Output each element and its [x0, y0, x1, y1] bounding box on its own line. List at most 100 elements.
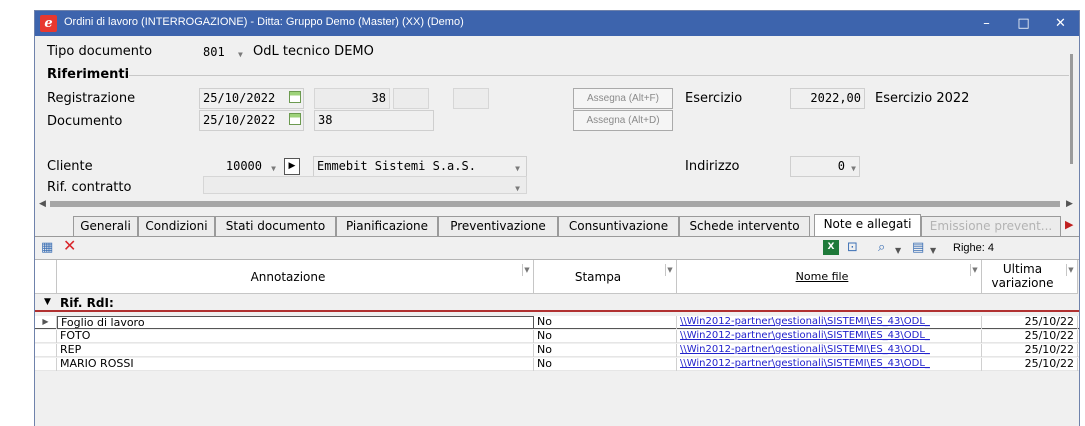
chevron-down-icon: ▼	[515, 184, 520, 193]
close-button[interactable]: ✕	[1042, 11, 1079, 36]
ultima-variazione-cell[interactable]: 25/10/22	[982, 358, 1078, 371]
chevron-down-icon: ▼	[238, 50, 243, 59]
documento-number-field[interactable]: 38	[314, 110, 434, 131]
row-selector[interactable]	[35, 344, 57, 357]
cliente-label: Cliente	[47, 159, 93, 174]
scroll-left-icon[interactable]: ◀	[39, 197, 46, 211]
tab-note-e-allegati[interactable]: Note e allegati	[814, 214, 921, 237]
table-row[interactable]: REP No \\Win2012-partner\gestionali\SIST…	[35, 344, 1079, 357]
collapse-icon[interactable]: ▼	[44, 297, 51, 307]
documento-number-value: 38	[318, 113, 333, 127]
filter-dropdown-icon[interactable]: ▼	[970, 264, 979, 276]
stampa-cell[interactable]: No	[534, 316, 677, 329]
annotazione-cell[interactable]: FOTO	[57, 330, 534, 343]
ultima-variazione-cell[interactable]: 25/10/22	[982, 330, 1078, 343]
filter-icon[interactable]: ▤	[912, 240, 924, 255]
tab-pianificazione[interactable]: Pianificazione	[336, 216, 438, 236]
calendar-icon[interactable]	[289, 113, 301, 125]
nome-file-header-label: Nome file	[795, 270, 849, 283]
chevron-down-icon[interactable]: ▼	[930, 243, 936, 258]
tipo-documento-label: Tipo documento	[47, 44, 153, 59]
excel-export-icon[interactable]: X	[823, 240, 839, 255]
search-icon[interactable]: ⌕	[878, 240, 885, 255]
cliente-code-combo[interactable]: 10000 ▼	[203, 156, 281, 177]
horizontal-scrollbar-thumb[interactable]	[50, 201, 1060, 207]
minimize-button[interactable]: –	[968, 11, 1005, 36]
nome-file-link[interactable]: \\Win2012-partner\gestionali\SISTEMI\ES_…	[677, 358, 982, 371]
assegna-registrazione-button[interactable]: Assegna (Alt+F)	[573, 88, 673, 109]
grid-settings-icon[interactable]: ▦	[41, 240, 53, 255]
horizontal-scrollbar[interactable]: ◀ ▶	[36, 197, 1078, 211]
title-bar: e Ordini di lavoro (INTERROGAZIONE) - Di…	[35, 11, 1079, 36]
registrazione-extra-field[interactable]	[453, 88, 489, 109]
table-row[interactable]: FOTO No \\Win2012-partner\gestionali\SIS…	[35, 330, 1079, 343]
tab-condizioni[interactable]: Condizioni	[138, 216, 215, 236]
allegati-grid: Annotazione ▼ Stampa ▼ Nome file ▼ Ultim…	[35, 259, 1079, 426]
filter-dropdown-icon[interactable]: ▼	[522, 264, 531, 276]
stampa-cell[interactable]: No	[534, 344, 677, 357]
row-selector[interactable]	[35, 358, 57, 371]
tipo-documento-desc: OdL tecnico DEMO	[253, 44, 374, 59]
registrazione-date-value: 25/10/2022	[203, 91, 276, 105]
ultima-header-line1: Ultima	[1002, 262, 1043, 276]
tab-scroll-right-icon[interactable]: ▶	[1065, 218, 1073, 231]
annotazione-cell[interactable]: Foglio di lavoro	[57, 316, 534, 329]
column-header-nome-file[interactable]: Nome file ▼	[677, 260, 982, 294]
current-row-indicator-icon: ▶	[35, 316, 57, 329]
esercizio-value: 2022,00	[810, 91, 861, 105]
registrazione-label: Registrazione	[47, 91, 136, 106]
group-row[interactable]: ▼ Rif. RdI:	[35, 295, 1079, 312]
tab-stati-documento[interactable]: Stati documento	[215, 216, 336, 236]
nome-file-link[interactable]: \\Win2012-partner\gestionali\SISTEMI\ES_…	[677, 344, 982, 357]
annotazione-header-label: Annotazione	[250, 270, 326, 284]
export-icon[interactable]: ⊡	[847, 240, 858, 255]
tipo-documento-combo[interactable]: 801 ▼	[199, 42, 249, 63]
esercizio-field[interactable]: 2022,00	[790, 88, 865, 109]
tab-emissione-preventivo[interactable]: Emissione prevent...	[921, 216, 1061, 236]
filter-dropdown-icon[interactable]: ▼	[1066, 264, 1075, 276]
cliente-code-value: 10000	[225, 159, 262, 173]
tab-schede-intervento[interactable]: Schede intervento	[679, 216, 810, 236]
table-row[interactable]: ▶ Foglio di lavoro No \\Win2012-partner\…	[35, 316, 1079, 329]
column-header-stampa[interactable]: Stampa ▼	[534, 260, 677, 294]
nome-file-link[interactable]: \\Win2012-partner\gestionali\SISTEMI\ES_…	[677, 316, 982, 329]
column-header-annotazione[interactable]: Annotazione ▼	[57, 260, 534, 294]
tab-generali[interactable]: Generali	[73, 216, 138, 236]
annotazione-cell[interactable]: MARIO ROSSI	[57, 358, 534, 371]
cliente-name-combo[interactable]: Emmebit Sistemi S.a.S. ▼	[313, 156, 527, 177]
registrazione-suffix-field[interactable]	[393, 88, 429, 109]
nome-file-link[interactable]: \\Win2012-partner\gestionali\SISTEMI\ES_…	[677, 330, 982, 343]
assegna-documento-button[interactable]: Assegna (Alt+D)	[573, 110, 673, 131]
table-row[interactable]: MARIO ROSSI No \\Win2012-partner\gestion…	[35, 358, 1079, 371]
stampa-cell[interactable]: No	[534, 358, 677, 371]
tipo-documento-code: 801	[203, 45, 225, 59]
calendar-icon[interactable]	[289, 91, 301, 103]
ultima-variazione-cell[interactable]: 25/10/22	[982, 344, 1078, 357]
tab-consuntivazione[interactable]: Consuntivazione	[558, 216, 679, 236]
row-selector[interactable]	[35, 330, 57, 343]
registrazione-number-field[interactable]: 38	[314, 88, 390, 109]
indirizzo-combo[interactable]: 0 ▼	[790, 156, 860, 177]
delete-icon[interactable]: ✕	[63, 238, 76, 254]
ultima-variazione-cell[interactable]: 25/10/22	[982, 316, 1078, 329]
ultima-variazione-header-label: Ultima variazione	[982, 262, 1063, 290]
group-label: Rif. RdI:	[60, 296, 114, 310]
rif-contratto-label: Rif. contratto	[47, 180, 132, 195]
stampa-cell[interactable]: No	[534, 330, 677, 343]
rif-contratto-combo[interactable]: ▼	[203, 176, 527, 194]
documento-label: Documento	[47, 114, 123, 129]
chevron-down-icon: ▼	[271, 164, 276, 173]
vertical-scrollbar-thumb[interactable]	[1070, 54, 1073, 164]
annotazione-cell[interactable]: REP	[57, 344, 534, 357]
open-cliente-button[interactable]: ▶	[284, 158, 300, 175]
maximize-button[interactable]: □	[1005, 11, 1042, 36]
tab-strip: Generali Condizioni Stati documento Pian…	[35, 213, 1079, 237]
chevron-down-icon[interactable]: ▼	[895, 243, 901, 258]
scroll-right-icon[interactable]: ▶	[1066, 197, 1073, 211]
filter-dropdown-icon[interactable]: ▼	[665, 264, 674, 276]
tab-preventivazione[interactable]: Preventivazione	[438, 216, 558, 236]
chevron-down-icon: ▼	[515, 164, 520, 173]
column-header-ultima-variazione[interactable]: Ultima variazione ▼	[982, 260, 1078, 294]
registrazione-number-value: 38	[371, 91, 386, 105]
window-title: Ordini di lavoro (INTERROGAZIONE) - Ditt…	[64, 16, 464, 28]
